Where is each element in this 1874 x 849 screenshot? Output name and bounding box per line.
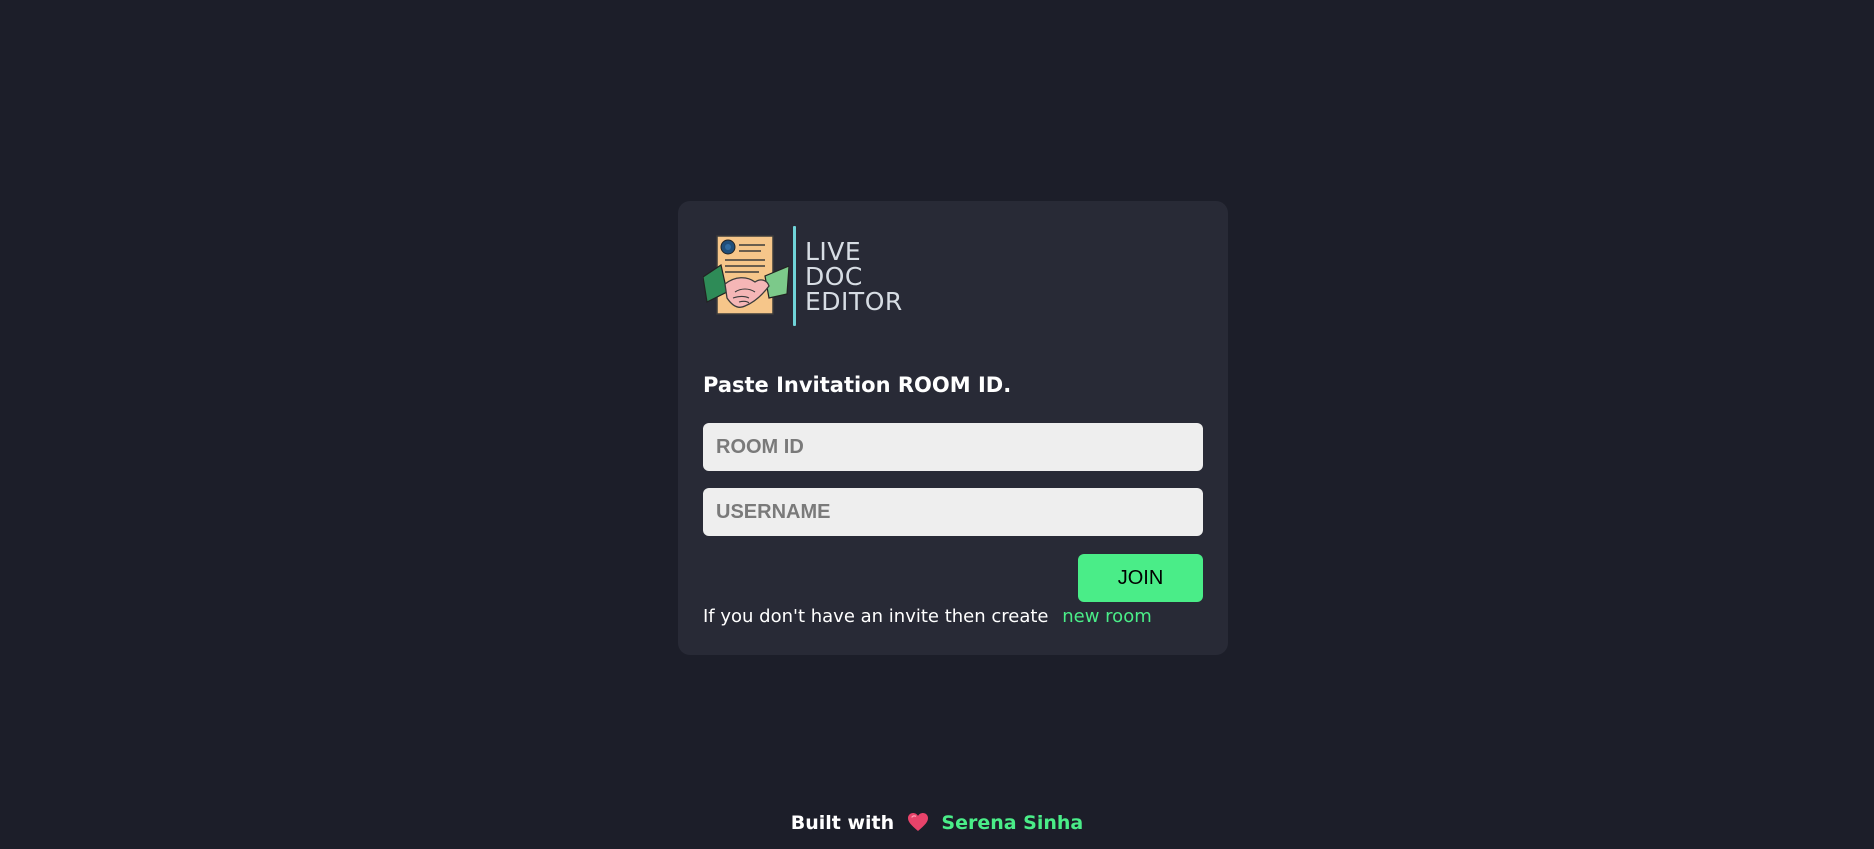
logo-wordmark: LIVE DOC EDITOR bbox=[805, 239, 903, 314]
invite-text: If you don't have an invite then create … bbox=[703, 606, 1203, 627]
join-row: JOIN bbox=[703, 554, 1203, 602]
invite-text-label: If you don't have an invite then create bbox=[703, 606, 1049, 627]
room-id-input[interactable] bbox=[703, 423, 1203, 471]
join-room-card: LIVE DOC EDITOR Paste Invitation ROOM ID… bbox=[678, 201, 1228, 655]
author-link[interactable]: Serena Sinha bbox=[941, 812, 1083, 834]
join-button[interactable]: JOIN bbox=[1078, 554, 1203, 602]
footer-prefix: Built with bbox=[790, 812, 895, 834]
logo-line-editor: EDITOR bbox=[805, 286, 903, 316]
page: LIVE DOC EDITOR Paste Invitation ROOM ID… bbox=[0, 0, 1874, 849]
heart-icon bbox=[907, 812, 929, 837]
new-room-link[interactable]: new room bbox=[1062, 606, 1152, 627]
logo-line-live: LIVE bbox=[805, 236, 862, 266]
username-input[interactable] bbox=[703, 488, 1203, 536]
handshake-document-icon bbox=[702, 232, 790, 320]
app-logo: LIVE DOC EDITOR bbox=[702, 225, 1203, 327]
logo-line-doc: DOC bbox=[805, 261, 863, 291]
footer: Built with Serena Sinha bbox=[0, 812, 1874, 837]
logo-divider bbox=[793, 226, 796, 326]
form-heading: Paste Invitation ROOM ID. bbox=[703, 373, 1012, 397]
